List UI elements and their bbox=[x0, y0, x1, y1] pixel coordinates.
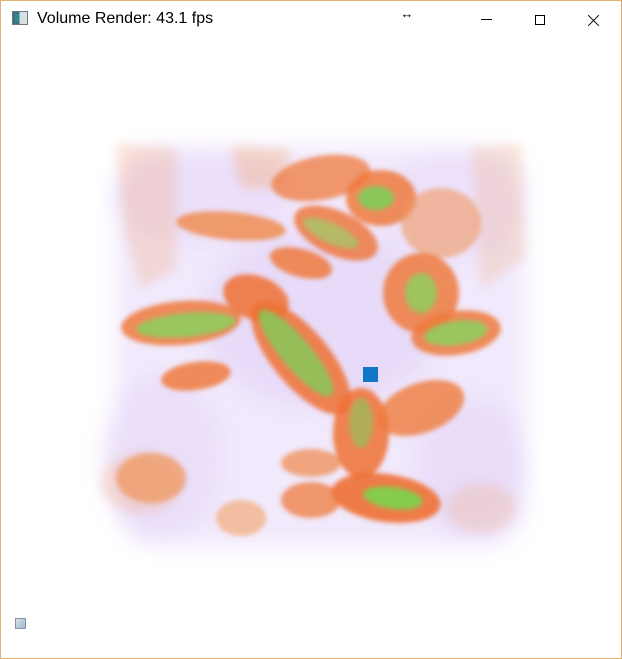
render-viewport[interactable] bbox=[1, 38, 621, 658]
app-window: Volume Render: 43.1 fps ↔ bbox=[0, 0, 622, 659]
minimize-button[interactable] bbox=[459, 1, 513, 38]
maximize-icon bbox=[535, 14, 545, 25]
app-window-icon[interactable] bbox=[12, 11, 28, 25]
volume-render[interactable] bbox=[1, 38, 621, 658]
close-button[interactable] bbox=[567, 1, 621, 38]
title-bar[interactable]: Volume Render: 43.1 fps ↔ bbox=[1, 1, 621, 38]
minimize-icon bbox=[480, 19, 492, 20]
orientation-widget-icon[interactable] bbox=[15, 618, 26, 629]
maximize-button[interactable] bbox=[513, 1, 567, 38]
window-title: Volume Render: 43.1 fps bbox=[37, 10, 214, 27]
probe-marker[interactable] bbox=[363, 367, 378, 382]
horizontal-resize-arrow-icon: ↔ bbox=[400, 6, 414, 21]
close-icon bbox=[588, 14, 600, 26]
